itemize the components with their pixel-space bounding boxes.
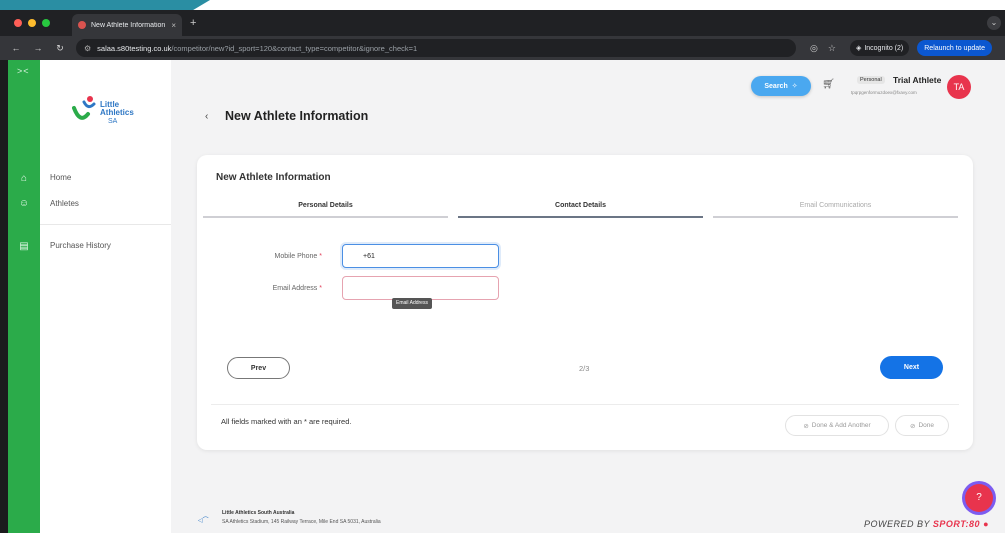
footer-org-name: Little Athletics South Australia xyxy=(222,510,295,516)
email-address-input[interactable] xyxy=(342,276,499,300)
tab-title: New Athlete Information | Litt xyxy=(91,21,166,29)
required-fields-note: All fields marked with an * are required… xyxy=(221,417,352,426)
tab-close-icon[interactable]: × xyxy=(171,21,176,30)
email-label-text: Email Address xyxy=(272,285,318,292)
sidebar: Little Athletics SA Home Athletes Purcha… xyxy=(40,60,171,533)
top-corner-decoration xyxy=(0,0,210,10)
runner-logo-icon xyxy=(72,96,96,120)
brand-name: SPORT:80 xyxy=(932,519,981,529)
check-circle-icon: ⊘ xyxy=(910,422,916,430)
account-type-badge: Personal xyxy=(857,76,885,84)
mobile-phone-label: Mobile Phone * xyxy=(232,253,323,260)
eye-off-icon[interactable]: ◎ xyxy=(810,43,818,54)
required-mark: * xyxy=(319,253,322,260)
form-card: New Athlete Information Personal Details… xyxy=(197,155,973,450)
step-email-communications[interactable]: Email Communications xyxy=(713,202,958,218)
prev-button[interactable]: Prev xyxy=(227,357,290,379)
chat-question-icon: ? xyxy=(976,492,982,503)
home-icon[interactable]: ⌂ xyxy=(18,173,30,185)
email-tooltip: Email Address xyxy=(392,298,432,309)
mobile-label-text: Mobile Phone xyxy=(274,253,318,260)
footer-logo-icon: ◁⌒ xyxy=(198,518,209,524)
step-contact-details[interactable]: Contact Details xyxy=(458,202,703,218)
new-tab-button[interactable]: + xyxy=(190,17,196,29)
back-arrow-icon[interactable]: ← xyxy=(10,43,22,53)
brand-globe-icon: ● xyxy=(983,519,990,529)
step-label: Contact Details xyxy=(555,202,606,209)
sparkle-icon: ✧ xyxy=(791,83,798,90)
minimize-window-dot[interactable] xyxy=(28,19,36,27)
done-add-another-button[interactable]: ⊘ Done & Add Another xyxy=(785,415,889,436)
step-bar xyxy=(713,216,958,218)
search-button[interactable]: Search ✧ xyxy=(751,76,811,96)
logo-text-athletics: Athletics xyxy=(100,108,134,117)
user-name[interactable]: Trial Athlete xyxy=(893,75,941,85)
required-mark: * xyxy=(319,285,322,292)
step-personal-details[interactable]: Personal Details xyxy=(203,202,448,218)
tab-search-icon[interactable]: ⌄ xyxy=(987,16,1001,30)
receipt-icon[interactable]: ▤ xyxy=(18,241,30,253)
footer-address: SA Athletics Stadium, 145 Railway Terrac… xyxy=(222,519,381,525)
incognito-label: Incognito (2) xyxy=(864,44,904,52)
favicon-icon xyxy=(78,21,86,29)
address-bar[interactable]: ⚙ salaa.s80testing.co.uk/competitor/new?… xyxy=(76,39,796,57)
step-label: Personal Details xyxy=(298,202,353,209)
little-athletics-logo[interactable]: Little Athletics SA xyxy=(70,94,140,130)
next-button[interactable]: Next xyxy=(880,356,943,379)
close-window-dot[interactable] xyxy=(14,19,22,27)
cart-icon[interactable]: 🛒︎ xyxy=(822,79,835,90)
mobile-phone-input[interactable]: +61 xyxy=(342,244,499,268)
done-button[interactable]: ⊘ Done xyxy=(895,415,949,436)
sidebar-item-home[interactable]: Home xyxy=(50,173,71,182)
star-icon[interactable]: ☆ xyxy=(828,43,836,54)
card-title: New Athlete Information xyxy=(216,172,331,183)
step-bar xyxy=(203,216,448,218)
maximize-window-dot[interactable] xyxy=(42,19,50,27)
powered-by[interactable]: POWERED BY SPORT:80 ● xyxy=(864,519,989,529)
back-chevron-icon[interactable]: ‹ xyxy=(205,111,208,122)
relaunch-button[interactable]: Relaunch to update xyxy=(917,40,992,56)
done-add-label: Done & Add Another xyxy=(811,422,871,429)
icon-rail: >< ⌂ ☺ ▤ xyxy=(8,60,40,533)
user-email: tpqrpgenformuzdoex@fxavy.com xyxy=(851,90,917,95)
help-chat-button[interactable]: ? xyxy=(965,484,993,512)
page-title: New Athlete Information xyxy=(225,109,369,123)
url-host: salaa.s80testing.co.uk xyxy=(97,43,172,53)
browser-toolbar: ← → ↻ ⚙ salaa.s80testing.co.uk/competito… xyxy=(0,36,1005,60)
step-label: Email Communications xyxy=(799,202,872,209)
window-controls xyxy=(14,19,50,27)
done-label: Done xyxy=(918,422,934,429)
incognito-icon: ◈ xyxy=(855,45,862,52)
incognito-indicator[interactable]: ◈ Incognito (2) xyxy=(849,40,910,56)
step-counter: 2/3 xyxy=(579,364,590,373)
sidebar-item-athletes[interactable]: Athletes xyxy=(50,199,79,208)
url-path: /competitor/new?id_sport=120&contact_typ… xyxy=(171,43,418,53)
sidebar-item-purchase-history[interactable]: Purchase History xyxy=(50,241,111,250)
check-circle-icon: ⊘ xyxy=(803,422,809,430)
search-label: Search xyxy=(764,82,788,90)
forward-arrow-icon[interactable]: → xyxy=(32,43,44,53)
logo-text-sa: SA xyxy=(108,118,118,125)
card-divider xyxy=(211,404,959,405)
users-icon[interactable]: ☺ xyxy=(18,198,30,210)
reload-icon[interactable]: ↻ xyxy=(54,43,66,54)
step-progress: Personal Details Contact Details Email C… xyxy=(203,202,958,222)
email-address-label: Email Address * xyxy=(232,285,322,292)
site-info-icon[interactable]: ⚙ xyxy=(84,44,91,53)
avatar[interactable]: TA xyxy=(947,75,971,99)
collapse-sidebar-icon[interactable]: >< xyxy=(17,66,30,76)
step-bar-active xyxy=(458,216,703,218)
sidebar-divider xyxy=(40,224,171,225)
top-strip xyxy=(0,0,1005,10)
powered-by-text: POWERED BY xyxy=(864,519,930,529)
browser-tab-bar: New Athlete Information | Litt × + ⌄ xyxy=(0,10,1005,36)
browser-tab[interactable]: New Athlete Information | Litt × xyxy=(72,14,182,36)
